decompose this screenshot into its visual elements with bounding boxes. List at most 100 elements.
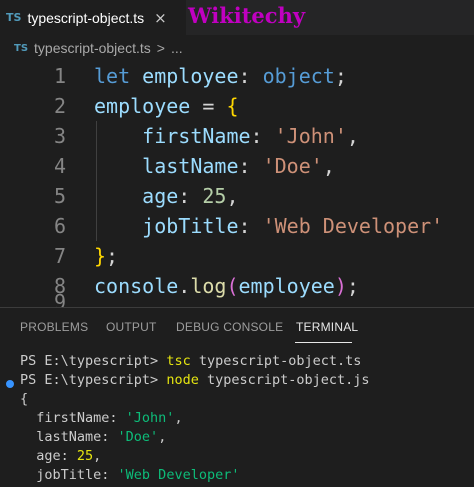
panel-tab-bar: PROBLEMS OUTPUT DEBUG CONSOLE TERMINAL <box>0 308 474 344</box>
code-text: }; <box>94 241 118 271</box>
terminal-line: jobTitle: 'Web Developer' <box>20 466 239 485</box>
terminal-token: 'Web Developer' <box>117 467 240 483</box>
code-token: : <box>238 214 263 238</box>
line-number: 9 <box>53 290 66 307</box>
code-text: jobTitle: 'Web Developer' <box>94 211 443 241</box>
terminal-token: { <box>20 391 29 407</box>
terminal-token: node <box>166 372 199 388</box>
terminal-line: { <box>20 390 28 409</box>
code-token: , <box>322 154 335 178</box>
code-line[interactable]: 6 jobTitle: 'Web Developer' <box>0 211 474 241</box>
active-tab-indicator <box>295 342 352 343</box>
code-text: lastName: 'Doe', <box>94 151 335 181</box>
code-token: firstName <box>142 124 251 148</box>
code-token: object <box>262 64 335 88</box>
code-line[interactable]: 8 console.log(employee); <box>0 271 474 301</box>
code-token: : <box>250 124 275 148</box>
code-token: 'John' <box>274 124 347 148</box>
code-token: , <box>226 184 239 208</box>
terminal-line: firstName: 'John', <box>20 409 183 428</box>
code-token: employee <box>94 94 191 118</box>
code-token: age <box>142 184 179 208</box>
code-token: lastName <box>142 154 239 178</box>
terminal-token: PS E:\typescript> <box>20 353 167 369</box>
brand-watermark: Wikitechy <box>188 3 306 28</box>
code-token: : <box>238 64 263 88</box>
close-icon[interactable]: × <box>154 9 167 27</box>
code-token: { <box>226 94 239 118</box>
terminal-token: firstName: <box>20 410 126 426</box>
code-token: , <box>346 124 359 148</box>
tab-terminal[interactable]: TERMINAL <box>296 320 358 334</box>
terminal-line: age: 25, <box>20 447 101 466</box>
line-number: 3 <box>53 124 66 148</box>
code-token: ; <box>106 244 119 268</box>
terminal-token: , <box>93 448 102 464</box>
code-text: employee = { <box>94 91 239 121</box>
terminal-token: PS E:\typescript> <box>20 372 167 388</box>
terminal-token: , <box>174 410 183 426</box>
command-decoration-icon <box>6 380 14 388</box>
code-token: = <box>190 94 227 118</box>
code-text: console.log(employee); <box>94 271 359 301</box>
terminal-token: typescript-object.js <box>198 372 370 388</box>
code-token: jobTitle <box>142 214 239 238</box>
line-number: 5 <box>53 184 66 208</box>
terminal-line: PS E:\typescript> tsc typescript-object.… <box>20 352 361 371</box>
code-token: console <box>94 274 179 298</box>
terminal-token: lastName: <box>20 429 118 445</box>
code-token: let <box>94 64 131 88</box>
editor-tab-typescript-object[interactable]: TS typescript-object.ts × <box>0 0 186 35</box>
code-line[interactable]: 7}; <box>0 241 474 271</box>
code-editor[interactable]: 1 let employee: object; 2 employee = {3 fir… <box>0 61 474 307</box>
code-line[interactable]: 4 lastName: 'Doe', <box>0 151 474 181</box>
code-token: } <box>94 244 107 268</box>
line-number: 1 <box>53 64 66 88</box>
breadcrumb: TS typescript-object.ts > ... <box>0 35 474 61</box>
code-token: : <box>178 184 203 208</box>
typescript-file-icon: TS <box>6 11 22 24</box>
tab-label: typescript-object.ts <box>27 9 145 26</box>
code-token: ; <box>346 274 359 298</box>
tab-debug-console[interactable]: DEBUG CONSOLE <box>176 320 283 334</box>
code-token: : <box>238 154 263 178</box>
code-token: employee <box>238 274 335 298</box>
code-text: firstName: 'John', <box>94 121 359 151</box>
breadcrumb-file[interactable]: typescript-object.ts <box>34 40 151 56</box>
editor-tab-bar: TS typescript-object.ts × Wikitechy <box>0 0 474 35</box>
terminal-output[interactable]: PS E:\typescript> tsc typescript-object.… <box>0 352 474 487</box>
terminal-line: PS E:\typescript> node typescript-object… <box>20 371 370 390</box>
code-token: ; <box>334 64 347 88</box>
line-number: 7 <box>53 244 66 268</box>
terminal-token: age: <box>20 448 77 464</box>
code-line[interactable]: 2 employee = { <box>0 91 474 121</box>
breadcrumb-more[interactable]: ... <box>171 40 183 56</box>
code-token: . <box>178 274 191 298</box>
code-token: 'Doe' <box>262 154 323 178</box>
code-token: log <box>190 274 227 298</box>
code-line[interactable]: 5 age: 25, <box>0 181 474 211</box>
terminal-line: lastName: 'Doe', <box>20 428 166 447</box>
line-number: 2 <box>53 94 66 118</box>
terminal-token: tsc <box>166 353 191 369</box>
code-token: employee <box>142 64 239 88</box>
typescript-file-icon: TS <box>14 42 29 54</box>
code-token: 25 <box>202 184 227 208</box>
chevron-right-icon: > <box>156 40 165 56</box>
terminal-token: , <box>158 429 167 445</box>
code-line[interactable]: 3 firstName: 'John', <box>0 121 474 151</box>
code-text: age: 25, <box>94 181 239 211</box>
tab-output[interactable]: OUTPUT <box>106 320 157 334</box>
tab-problems[interactable]: PROBLEMS <box>20 320 88 334</box>
code-line[interactable]: 1 let employee: object; <box>0 61 474 91</box>
terminal-token: 25 <box>76 448 94 464</box>
terminal-token: 'Doe' <box>117 429 159 445</box>
code-token: ( <box>226 274 239 298</box>
code-token: ) <box>334 274 347 298</box>
terminal-token: 'John' <box>125 410 175 426</box>
line-number: 4 <box>53 154 66 178</box>
